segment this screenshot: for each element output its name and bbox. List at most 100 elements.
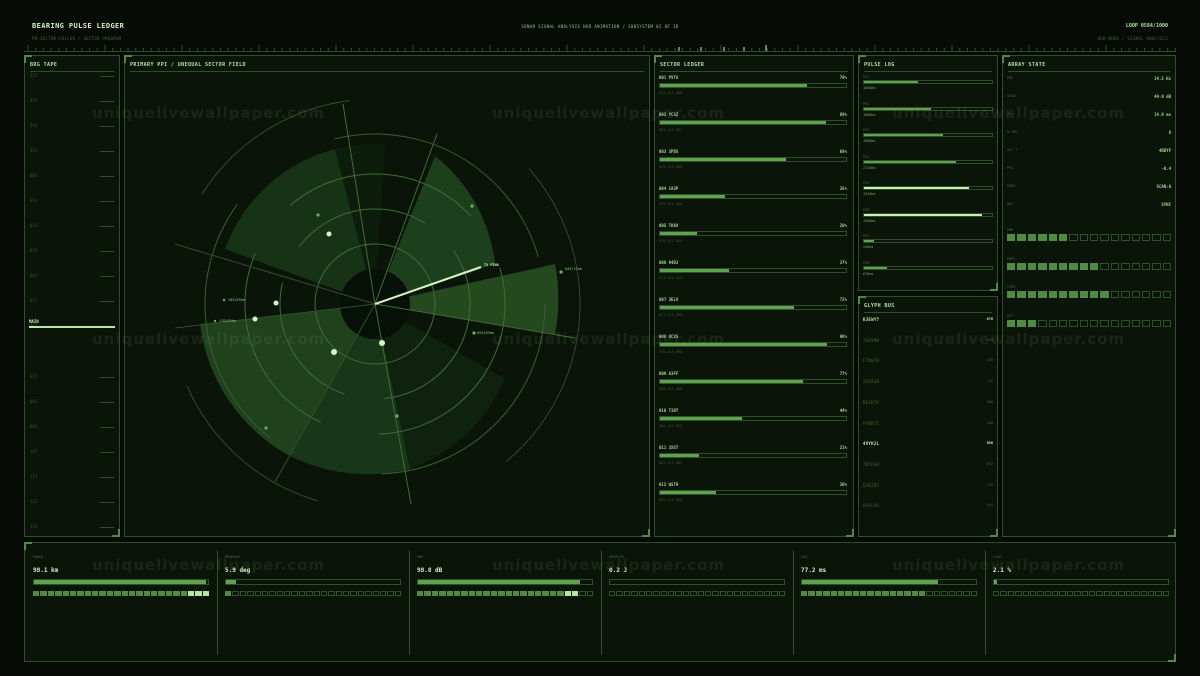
pulse-log-row[interactable]: P06 1360ms [863, 208, 993, 228]
sector-ledger-row[interactable]: 010 T3DT 44% 066-201 075 [659, 408, 849, 438]
metric-segment [431, 591, 439, 596]
contact-blip[interactable] [326, 231, 332, 237]
pulse-log-row[interactable]: P04 2720ms [863, 155, 993, 175]
metric-bar [801, 579, 977, 585]
sector-ledger-row[interactable]: 004 CA3P 35% 078-141 048 [659, 186, 849, 216]
glyph-bus-row[interactable]: 4VYK2L 056 [863, 441, 993, 449]
contact-blip[interactable] [316, 213, 320, 217]
pulse-log-row[interactable]: P05 1320ms [863, 181, 993, 201]
contact-blip[interactable] [472, 331, 476, 335]
metric-label: RANGE [33, 555, 44, 559]
metric-segment [1022, 591, 1029, 596]
metric-value: 77.2 ms [801, 567, 827, 574]
glyph-code: 7UDVM8 [863, 337, 880, 343]
pulse-duration: 1360ms [863, 218, 876, 223]
pulse-log-row[interactable]: P03 1980ms [863, 128, 993, 148]
glyph-bus-row[interactable]: 25XASB 142 [863, 379, 993, 387]
level-segment [1141, 234, 1151, 241]
metric-segment [993, 591, 1000, 596]
metric-segment [151, 591, 158, 596]
glyph-value: 060 [986, 399, 993, 404]
header-right-subtitle: HUD NODE / SIGNAL ANALYSIS [1097, 36, 1168, 41]
metric-segment [158, 591, 165, 596]
pulse-log-row[interactable]: P07 240ms [863, 234, 993, 254]
glyph-bus-row[interactable]: PFNR7C 188 [863, 421, 993, 429]
metric-segment [483, 591, 490, 596]
metric-segment [62, 591, 69, 596]
sector-progress-bar [659, 83, 847, 88]
level-segment [1141, 262, 1151, 270]
brg-tape-tick: 121 [30, 499, 114, 504]
contact-blip[interactable] [252, 316, 258, 322]
metric-segment [948, 591, 955, 596]
sector-sub: 068-191 080 [659, 387, 683, 391]
metric-segment [106, 591, 114, 596]
sector-ledger-row[interactable]: 001 PVTX 79% 075-111 080 [659, 75, 849, 105]
contact-blip[interactable] [331, 349, 337, 355]
glyph-code: 7D5PAN [863, 461, 880, 467]
glyph-bus-row[interactable]: RK2KTV 060 [863, 400, 993, 408]
level-segment [1079, 262, 1088, 270]
sector-name: 011 3XST [659, 445, 679, 450]
metric-segment [468, 591, 475, 596]
level-segment [1069, 234, 1078, 241]
ppi-radar-scope[interactable]: TX PING 049/17km 185/09km 170/09km 054/0… [125, 56, 649, 536]
metric-segment [439, 591, 446, 596]
pulse-bar [863, 265, 993, 270]
level-segment [1017, 234, 1026, 241]
sector-ledger-row[interactable]: 009 A3FF 77% 068-191 080 [659, 371, 849, 401]
sector-ledger-row[interactable]: 006 94DJ 37% 074-161 079 [659, 260, 849, 290]
sector-ledger-row[interactable]: 005 TKAX 20% 076-151 064 [659, 223, 849, 253]
brg-tape-marker[interactable]: MAIN [29, 319, 115, 328]
array-state-row: N.TRK 8 [1007, 130, 1171, 140]
level-segment [1069, 262, 1078, 270]
array-value: 8 [1168, 130, 1171, 135]
level-segment [1079, 319, 1088, 327]
array-key: BUS [1007, 202, 1014, 206]
sector-percent: 89% [839, 112, 847, 117]
pulse-id: P04 [863, 154, 870, 159]
array-state-row: MODE SCAN-A [1007, 184, 1171, 194]
sector-percent: 68% [839, 149, 847, 154]
pulse-log-row[interactable]: P01 1680ms [863, 75, 993, 95]
level-segment [1162, 234, 1171, 241]
level-segment [1100, 262, 1109, 270]
glyph-bus-row[interactable]: D9XLAD 444 [863, 503, 993, 511]
pulse-bar-fill [864, 187, 969, 189]
sector-percent: 72% [839, 297, 847, 302]
level-segment [1027, 234, 1037, 241]
contact-blip[interactable] [379, 340, 385, 346]
contact-blip[interactable] [273, 300, 279, 306]
metric-segment [653, 591, 660, 596]
contact-blip[interactable] [395, 414, 399, 418]
array-key: GAIN [1007, 94, 1016, 98]
level-segment [1141, 319, 1151, 327]
sector-progress-fill [660, 306, 794, 309]
metric-segment [933, 591, 941, 596]
glyph-value: 444 [986, 503, 993, 508]
metric-segment [1000, 591, 1007, 596]
sector-ledger-row[interactable]: 011 3XST 21% 064-211 084 [659, 445, 849, 475]
sector-ledger-row[interactable]: 007 3ELV 72% 071-171 090 [659, 297, 849, 327]
metric-segment [1066, 591, 1074, 596]
brg-tape-tick: 051 [30, 298, 114, 303]
contact-blip[interactable] [264, 426, 268, 430]
glyph-bus-row[interactable]: K3EWY7 076 [863, 317, 993, 325]
sector-ledger-row[interactable]: 012 WSTH 30% 062-221 090 [659, 482, 849, 512]
metric-segment [609, 591, 616, 596]
metric-segment [704, 591, 712, 596]
sector-ledger-row[interactable]: 003 3PDS 68% 079-131 068 [659, 149, 849, 179]
glyph-bus-row[interactable]: FTN8ZH 220 [863, 358, 993, 366]
pulse-log-row[interactable]: P08 670ms [863, 261, 993, 281]
glyph-bus-row[interactable]: U3E2RS 135 [863, 483, 993, 491]
metric-segment [852, 591, 859, 596]
level-segment [1007, 319, 1016, 327]
watermark-text: uniquelivewallpaper.com [492, 104, 726, 122]
sector-progress-fill [660, 158, 787, 161]
glyph-bus-row[interactable]: 7D5PAN 092 [863, 462, 993, 470]
metric-segment [232, 591, 239, 596]
contact-blip[interactable] [559, 270, 563, 274]
metric-segment [69, 591, 77, 596]
contact-blip[interactable] [470, 204, 474, 208]
metric-segment [343, 591, 350, 596]
